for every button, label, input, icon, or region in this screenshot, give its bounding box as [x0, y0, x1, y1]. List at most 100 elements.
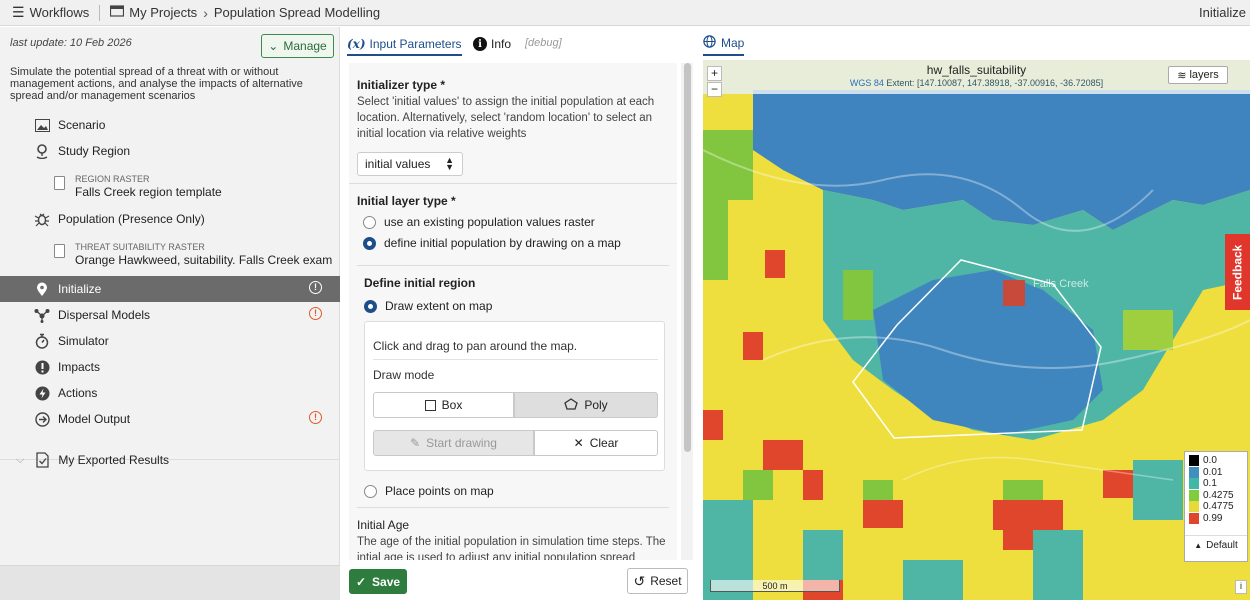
map-header: Map [695, 27, 1250, 59]
threat-raster-item[interactable]: THREAT SUITABILITY RASTER Orange Hawkwee… [54, 242, 340, 267]
poly-mode-button[interactable]: Poly [514, 392, 658, 418]
region-raster-item[interactable]: REGION RASTER Falls Creek region templat… [54, 174, 340, 199]
sidebar-item-scenario[interactable]: Scenario [0, 112, 340, 138]
threat-raster-value: Orange Hawkweed, suitability. Falls Cree… [75, 253, 333, 267]
sidebar-item-initialize[interactable]: Initialize ! [0, 276, 340, 302]
clear-label: Clear [589, 436, 619, 450]
tab-debug[interactable]: [debug] [525, 37, 562, 49]
layers-label: layers [1189, 69, 1219, 81]
manage-button[interactable]: ⌄ Manage [261, 34, 334, 58]
document-icon [54, 176, 65, 190]
breadcrumb-project-name[interactable]: Population Spread Modelling [214, 5, 380, 20]
map-info-button[interactable]: i [1235, 580, 1247, 594]
box-mode-button[interactable]: Box [373, 392, 514, 418]
polygon-icon [564, 397, 579, 413]
layer-option-draw-label: define initial population by drawing on … [384, 236, 621, 250]
threat-raster-label: THREAT SUITABILITY RASTER [75, 242, 205, 252]
initial-age-help: The age of the initial population in sim… [357, 536, 666, 560]
sidebar-item-label: Model Output [58, 412, 131, 426]
draw-mode-label: Draw mode [373, 368, 435, 382]
legend-swatch [1189, 478, 1199, 490]
stopwatch-icon [34, 333, 50, 349]
legend-swatch [1189, 466, 1199, 478]
legend-default-toggle[interactable]: ▲ Default [1185, 535, 1247, 555]
projects-link[interactable]: My Projects [110, 5, 197, 20]
legend-swatch [1189, 455, 1199, 467]
info-icon: i [473, 37, 487, 51]
divider [357, 507, 669, 508]
sidebar-item-simulator[interactable]: Simulator [0, 328, 340, 354]
workflows-link[interactable]: ☰ Workflows [12, 4, 89, 21]
projects-label: My Projects [129, 5, 198, 20]
top-bar: ☰ Workflows My Projects › Population Spr… [0, 0, 1250, 26]
chevron-right-icon: › [203, 4, 208, 21]
last-update: last update: 10 Feb 2026 [10, 37, 132, 49]
radio-button[interactable] [364, 484, 377, 498]
sidebar-item-population[interactable]: Population (Presence Only) [0, 206, 340, 232]
save-button[interactable]: ✓ Save [349, 569, 407, 594]
legend-entry: 0.4775 [1189, 501, 1243, 513]
tab-map[interactable]: Map [703, 35, 745, 56]
place-points-option[interactable]: Place points on map [364, 484, 494, 498]
box-mode-label: Box [441, 398, 463, 412]
sidebar: last update: 10 Feb 2026 ⌄ Manage Simula… [0, 27, 340, 600]
legend-swatch [1189, 501, 1199, 513]
legend-entry: 0.99 [1189, 512, 1243, 525]
layer-option-draw[interactable]: define initial population by drawing on … [363, 236, 621, 250]
sidebar-item-study-region[interactable]: Study Region [0, 138, 340, 164]
reset-button[interactable]: ↺ Reset [627, 568, 688, 594]
legend-swatch [1189, 489, 1199, 501]
radio-button-selected[interactable] [363, 236, 376, 250]
sidebar-item-label: Initialize [58, 282, 102, 296]
sidebar-item-label: Population (Presence Only) [58, 212, 205, 226]
layers-button[interactable]: ≋ layers [1168, 66, 1228, 84]
map-legend: 0.0 0.01 0.1 0.4275 0.4775 0.99 ▲ Defaul… [1184, 451, 1248, 562]
zoom-out-button[interactable]: − [707, 82, 722, 97]
tab-input-label: Input Parameters [369, 37, 462, 51]
manage-label: Manage [283, 39, 327, 53]
radio-button[interactable] [363, 215, 376, 229]
legend-label: 0.01 [1203, 466, 1223, 478]
warning-icon: ! [309, 411, 322, 424]
clear-button[interactable]: ✕ Clear [534, 430, 658, 456]
exported-results-item[interactable]: ⌵ My Exported Results [0, 447, 340, 473]
save-label: Save [372, 574, 401, 589]
initializer-type-help: Select 'initial values' to assign the in… [357, 96, 655, 140]
draw-tools-box: Click and drag to pan around the map. Dr… [364, 321, 665, 471]
pin-icon [34, 281, 50, 297]
tab-input-parameters[interactable]: (x) Input Parameters [347, 37, 462, 56]
square-icon [424, 399, 436, 411]
feedback-button[interactable]: Feedback [1225, 234, 1250, 310]
divider [373, 359, 658, 360]
sidebar-item-actions[interactable]: Actions [0, 380, 340, 406]
tab-info[interactable]: i Info [473, 37, 511, 51]
zoom-in-button[interactable]: + [707, 66, 722, 81]
tab-map-label: Map [721, 36, 745, 50]
legend-label: 0.4775 [1203, 501, 1234, 513]
sidebar-item-label: Actions [58, 386, 98, 400]
form-scrollbar-thumb[interactable] [684, 63, 691, 452]
map-canvas[interactable]: Falls Creek hw_falls_suitability WGS 84 … [703, 60, 1250, 600]
radio-button-selected[interactable] [364, 299, 377, 313]
current-step-label: Initialize [1199, 5, 1246, 20]
region-raster-value: Falls Creek region template [75, 185, 222, 199]
image-icon [34, 117, 50, 133]
sidebar-item-impacts[interactable]: Impacts [0, 354, 340, 380]
legend-label: 0.99 [1203, 512, 1223, 524]
draw-extent-label: Draw extent on map [385, 299, 493, 313]
initializer-type-select[interactable]: initial values ▲ ▼ [357, 152, 463, 176]
sidebar-item-model-output[interactable]: Model Output ! [0, 406, 340, 432]
layer-option-existing[interactable]: use an existing population values raster [363, 215, 595, 229]
sidebar-footer [0, 565, 340, 600]
pencil-icon: ✎ [410, 436, 421, 450]
chevron-down-icon: ⌵ [16, 453, 25, 466]
layers-icon: ≋ [1177, 69, 1187, 82]
start-drawing-button[interactable]: ✎ Start drawing [373, 430, 534, 456]
draw-extent-option[interactable]: Draw extent on map [364, 299, 492, 313]
reset-label: Reset [650, 574, 682, 588]
reset-icon: ↺ [633, 572, 646, 589]
sidebar-item-dispersal-models[interactable]: Dispersal Models ! [0, 302, 340, 328]
parameters-form: Initializer type * Select 'initial value… [349, 63, 677, 560]
select-arrows-icon: ▲ ▼ [445, 155, 454, 172]
warning-icon: ! [309, 281, 322, 294]
